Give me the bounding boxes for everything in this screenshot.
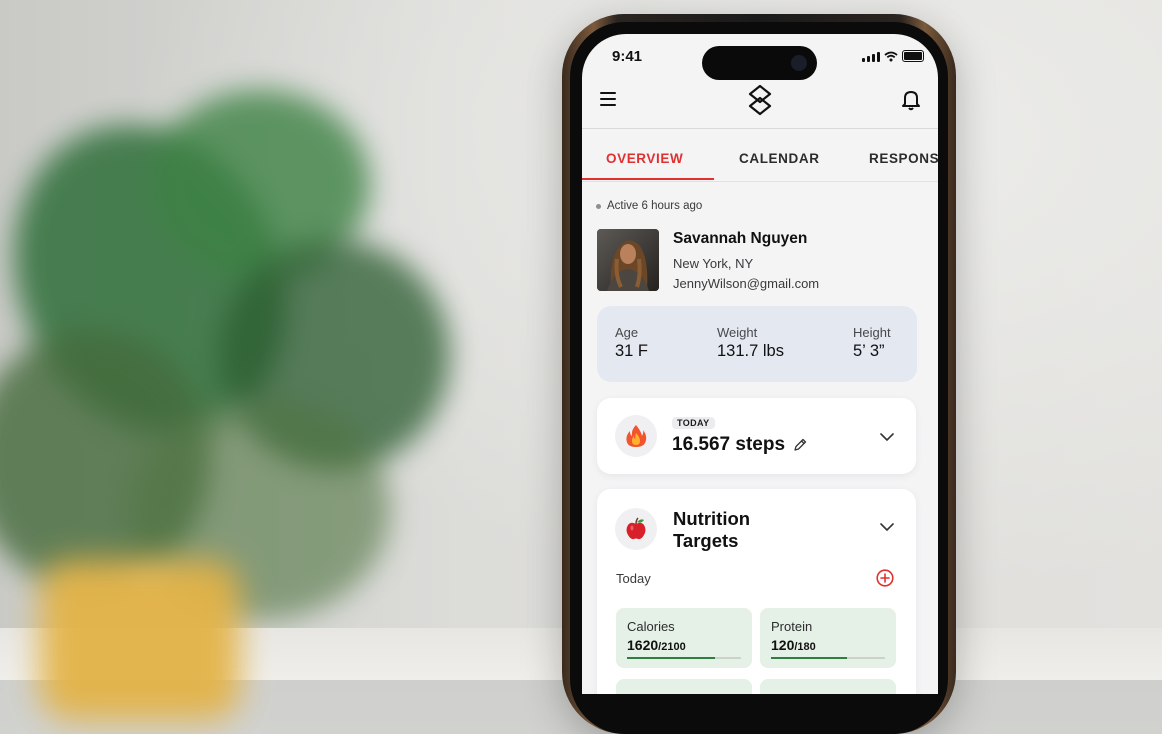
fire-icon (615, 415, 657, 457)
tab-responses[interactable]: RESPONS (869, 151, 938, 166)
stat-weight-label: Weight (717, 325, 758, 340)
battery-icon (902, 50, 924, 62)
macro-calories[interactable]: Calories 1620/2100 (616, 608, 752, 668)
steps-card[interactable]: TODAY 16.567 steps (597, 398, 916, 474)
macro-progress-bar (771, 657, 885, 659)
app-logo-icon (748, 84, 772, 116)
today-label: Today (616, 571, 651, 586)
tab-overview[interactable]: OVERVIEW (606, 151, 683, 166)
bell-icon[interactable] (900, 88, 922, 112)
stat-height-label: Height (853, 325, 891, 340)
chevron-down-icon[interactable] (880, 433, 894, 441)
apple-icon (615, 508, 657, 550)
activity-status: Active 6 hours ago (596, 200, 702, 212)
stat-weight: Weight 131.7 lbs (717, 325, 784, 361)
profile-location: New York, NY (673, 256, 754, 271)
stats-panel: Age 31 F Weight 131.7 lbs Height 5’ 3” (597, 306, 917, 382)
nutrition-card: Nutrition Targets Today Calories 1620/21… (597, 489, 916, 694)
stat-age: Age 31 F (615, 325, 648, 361)
app-bar (582, 80, 938, 129)
status-time: 9:41 (612, 48, 643, 65)
edit-pencil-icon[interactable] (793, 438, 807, 452)
wifi-icon (884, 51, 898, 62)
background-pot (40, 560, 240, 720)
avatar[interactable] (597, 229, 659, 291)
status-icons (862, 50, 924, 62)
cellular-signal-icon (862, 52, 880, 62)
steps-value-row: 16.567 steps (672, 434, 807, 456)
phone-screen: 9:41 OVERVIEW CALENDAR RESPONS Active 6 … (582, 34, 938, 694)
macro-value: 1620/2100 (627, 637, 686, 653)
profile-name: Savannah Nguyen (673, 230, 808, 247)
activity-text: Active 6 hours ago (607, 200, 703, 212)
macro-label: Protein (771, 619, 813, 634)
steps-value: 16.567 steps (672, 434, 786, 455)
stat-height: Height 5’ 3” (853, 325, 891, 361)
tab-calendar[interactable]: CALENDAR (739, 151, 820, 166)
stat-weight-value: 131.7 lbs (717, 342, 784, 360)
dynamic-island (702, 46, 817, 80)
menu-icon[interactable] (600, 92, 616, 106)
macro-value: 120/180 (771, 637, 816, 653)
active-tab-indicator (582, 178, 714, 180)
macro-card-partial[interactable] (760, 679, 896, 694)
macro-card-partial[interactable] (616, 679, 752, 694)
profile-email[interactable]: JennyWilson@gmail.com (673, 276, 819, 291)
stat-age-value: 31 F (615, 342, 649, 360)
stat-height-value: 5’ 3” (853, 342, 885, 360)
status-dot (596, 203, 601, 209)
progress-fill (771, 657, 848, 659)
stat-age-label: Age (615, 325, 639, 340)
camera-icon (791, 55, 807, 71)
progress-fill (627, 657, 715, 659)
macro-protein[interactable]: Protein 120/180 (760, 608, 896, 668)
macro-progress-bar (627, 657, 741, 659)
status-bar: 9:41 (582, 34, 938, 80)
tab-bar: OVERVIEW CALENDAR RESPONS (582, 129, 938, 182)
macro-label: Calories (627, 619, 675, 634)
chevron-down-icon[interactable] (880, 523, 894, 531)
today-badge: TODAY (672, 417, 715, 429)
nutrition-title: Nutrition Targets (673, 508, 751, 551)
add-circle-icon[interactable] (876, 569, 894, 587)
